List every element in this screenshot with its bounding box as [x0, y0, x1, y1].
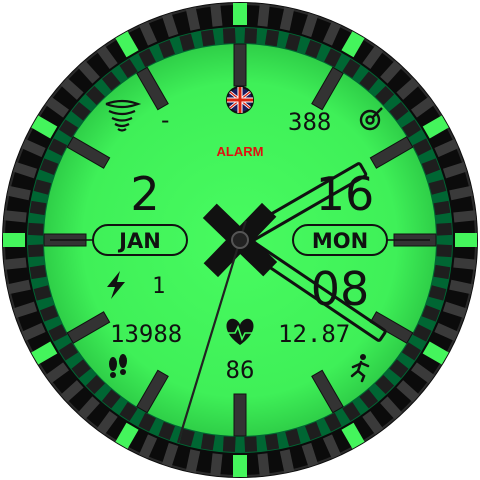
- dial-tick: [29, 264, 47, 280]
- bezel-tick: [3, 233, 25, 247]
- dial-tick: [264, 433, 280, 451]
- minute-digital: 08: [311, 262, 370, 316]
- hour-marker: [233, 393, 247, 437]
- heart-rate-value: 86: [226, 356, 255, 384]
- dial-tick: [436, 222, 453, 236]
- hour-marker: [233, 43, 247, 87]
- bezel-tick: [455, 233, 477, 247]
- dial-tick: [200, 29, 216, 47]
- dial-tick: [200, 433, 216, 451]
- dial-tick: [433, 200, 451, 216]
- dial-tick: [222, 27, 236, 44]
- battery-value: 1: [152, 274, 165, 299]
- dial-tick: [222, 436, 236, 453]
- dial-tick: [244, 436, 258, 453]
- steps-count: 13988: [110, 320, 182, 348]
- hand-hub: [231, 231, 249, 249]
- bezel-tick: [233, 455, 247, 477]
- dial-tick: [29, 200, 47, 216]
- dial-tick: [264, 29, 280, 47]
- union-jack-icon: [226, 86, 254, 114]
- weekday-label: MON: [312, 229, 368, 253]
- dial-tick: [27, 244, 44, 258]
- alarm-label: ALARM: [217, 144, 264, 159]
- bezel-tick: [233, 3, 247, 25]
- month-label: JAN: [117, 229, 161, 253]
- watch-face: - ALARM 388 2 16 08 JAN MON 1 13988 12.8…: [2, 2, 478, 478]
- weather-value: -: [158, 106, 172, 134]
- distance-value: 12.87: [278, 320, 350, 348]
- dial-tick: [433, 264, 451, 280]
- day-of-month: 2: [130, 167, 159, 221]
- dial-tick: [244, 27, 258, 44]
- dial-tick: [27, 222, 44, 236]
- steps-goal-value: 388: [288, 108, 331, 136]
- dial-tick: [436, 244, 453, 258]
